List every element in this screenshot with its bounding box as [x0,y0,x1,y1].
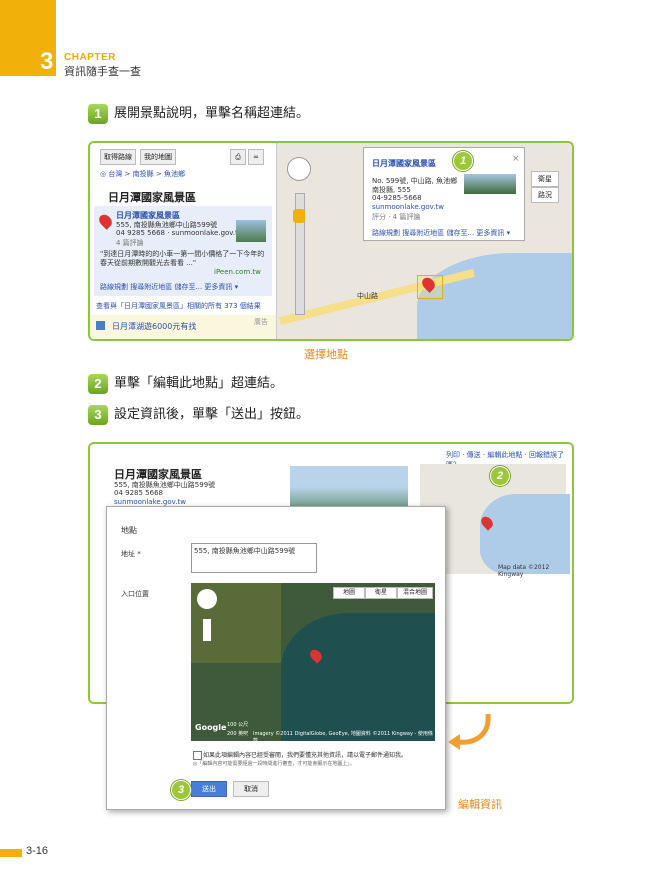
curved-arrow-icon [448,713,491,750]
satellite-lake [281,613,435,741]
caption-1: 選擇地點 [304,348,348,361]
step-3-text: 設定資訊後，單擊「送出」按鈕。 [114,407,310,422]
edit-place-dialog: 地點 地址 * 555, 南投縣魚池鄉中山路599號 入口位置 地圖 衛星 混合… [106,506,446,810]
checkbox-text: 如果此項編輯內容已經受審閱，我們要懂充其他資訊，請以電子郵件通知我。 [203,752,408,759]
step-3-badge: 3 [88,405,108,425]
traffic-button[interactable]: 路況 [531,187,559,203]
popup-actions[interactable]: 路線規劃 搜尋附近地區 儲存至... 更多資訊 ▾ [372,228,510,238]
chapter-number: 3 [40,48,54,75]
ad-label: 廣告 [254,318,268,326]
results-panel: 取得路線 我的地圖 ⎙ ∞ ◎ 台灣 > 南投縣 > 魚池鄉 日月潭國家風景區 … [90,143,277,339]
address-label: 地址 * [121,550,141,558]
address-input[interactable]: 555, 南投縣魚池鄉中山路599號 [191,543,317,573]
mini-map-lake [480,494,570,574]
submit-button[interactable]: 送出 [191,781,227,797]
result-snippet: "到達日月潭時的的小車一第一間小價格了一下今年的春天從前期數開觀光去看看 ...… [100,250,265,267]
satellite-map[interactable]: 地圖 衛星 混合地圖 Google 100 公尺 200 英呎 Imagery … [191,583,435,741]
breadcrumb[interactable]: ◎ 台灣 > 南投縣 > 魚池鄉 [100,169,185,179]
pegman-icon[interactable] [293,209,305,223]
pan-control-icon[interactable] [287,157,311,181]
road-label: 中山路 [357,292,378,300]
map-credit: Map data ©2012 Kingway [498,564,550,578]
section-label: 地點 [121,526,137,535]
page-bar [0,849,22,857]
result-phone: 04 9285 5668 · sunmoonlake.gov.tw [116,229,244,237]
entrance-label: 入口位置 [121,590,149,598]
ad-icon [96,321,105,330]
map-type-hybrid[interactable]: 混合地圖 [397,587,433,599]
popup-phone: 04-9285-5668 [372,194,422,202]
chapter-label: CHAPTER [64,52,116,63]
directions-button[interactable]: 取得路線 [100,149,136,165]
more-results-link[interactable]: 查看與「日月潭國家風景區」相關的所有 373 個結果 [96,301,261,311]
scale-label-2: 200 英呎 [227,731,249,737]
marker-a-icon [96,212,115,230]
page-number: 3-16 [26,845,49,857]
map-type-map[interactable]: 地圖 [333,587,365,599]
callout-3: 3 [171,780,191,800]
result-card: 日月潭國家風景區 555, 南投縣魚池鄉中山路599號 04 9285 5668… [94,206,272,296]
map-type-satellite[interactable]: 衛星 [365,587,397,599]
chapter-title: 資訊隨手查一查 [64,65,141,78]
step-2-text: 單擊「編輯此地點」超連結。 [114,376,284,391]
info-window: 日月潭國家風景區 × No. 599號, 中山路, 魚池鄉 南投縣, 555 0… [363,147,525,241]
result-actions[interactable]: 路線規劃 搜尋附近地區 儲存至... 更多資訊 ▾ [100,282,238,292]
place-title: 日月潭國家風景區 [108,191,196,204]
link-icon[interactable]: ∞ [248,149,264,165]
scale-label: 100 公尺 [227,722,249,728]
popup-title[interactable]: 日月潭國家風景區 [372,158,436,169]
print-icon[interactable]: ⎙ [230,149,246,165]
satellite-button[interactable]: 衛星 [531,171,559,187]
callout-1: 1 [453,151,473,171]
step-1-badge: 1 [88,104,108,124]
ad-box: 日月潭湖遊6000元有找 廣告 [90,315,276,339]
result-source[interactable]: iPeen.com.tw [214,268,261,276]
place-phone: 04 9285 5668 [114,489,163,497]
my-maps-button[interactable]: 我的地圖 [140,149,176,165]
place-url[interactable]: sunmoonlake.gov.tw [114,498,186,506]
ad-title[interactable]: 日月潭湖遊6000元有找 [112,321,196,332]
screenshot-map-search: 取得路線 我的地圖 ⎙ ∞ ◎ 台灣 > 南投縣 > 魚池鄉 日月潭國家風景區 … [88,141,574,341]
result-thumbnail[interactable] [236,220,266,242]
close-icon[interactable]: × [512,154,520,164]
zoom-control[interactable] [203,619,211,641]
step-2-badge: 2 [88,374,108,394]
popup-url[interactable]: sunmoonlake.gov.tw [372,203,444,211]
caption-2: 編輯資訊 [458,798,502,811]
popup-thumbnail[interactable] [464,174,516,194]
result-reviews[interactable]: 4 篇評論 [116,238,144,248]
notify-checkbox[interactable] [193,751,202,760]
pan-control-icon[interactable] [197,589,217,609]
step-1-text: 展開景點說明，單擊名稱超連結。 [114,106,310,121]
imagery-credit: Imagery ©2011 DigitalGlobe, GeoEye, 地圖資料… [253,731,433,741]
callout-2: 2 [490,466,510,486]
cancel-button[interactable]: 取消 [233,781,269,797]
note-text: ◎「編輯內容可能需要經過一段時間進行審查，才可能會顯示在地圖上」。 [193,761,355,767]
popup-reviews[interactable]: 評分 · 4 篇評論 [372,212,420,222]
google-logo: Google [195,723,227,732]
map-view[interactable]: 中山路 日月潭國家風景區 × No. 599號, 中山路, 魚池鄉 南投縣, 5… [277,143,572,339]
